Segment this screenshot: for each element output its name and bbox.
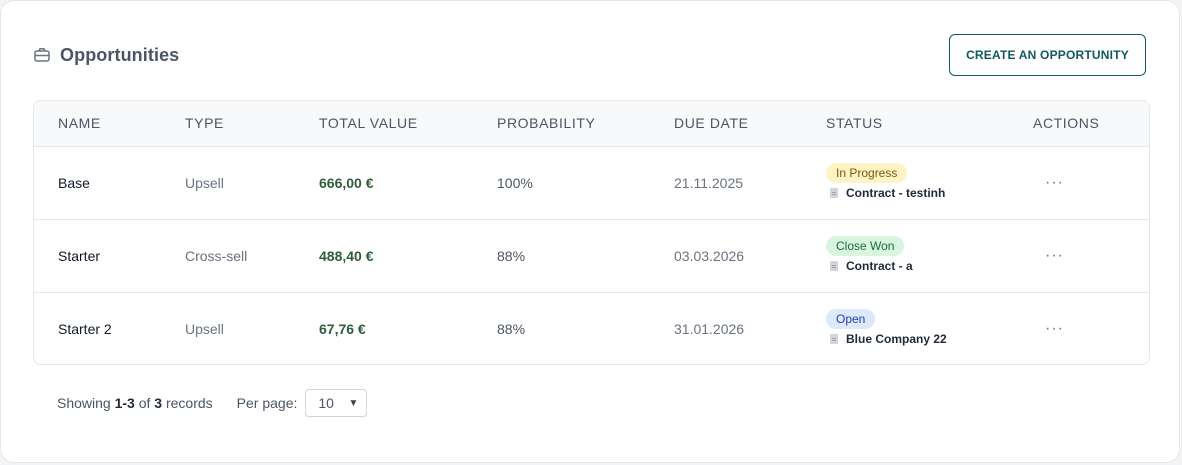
column-header-due-date[interactable]: DUE DATE [674,101,749,146]
status-badge: In Progress [826,163,908,183]
status-cell: In Progress Contract - testinh [826,163,945,200]
document-icon [830,334,838,344]
opportunity-name[interactable]: Starter [58,220,100,292]
per-page-value: 10 [318,395,334,411]
briefcase-icon [34,48,50,62]
related-label: Blue Company 22 [846,332,947,346]
probability: 100% [497,175,533,191]
column-header-total-value[interactable]: TOTAL VALUE [319,101,418,146]
related-item[interactable]: Contract - a [826,259,913,273]
opportunities-card: Opportunities CREATE AN OPPORTUNITY NAME… [0,0,1180,463]
row-actions-menu[interactable]: ··· [1045,220,1064,292]
records-label: records [165,395,213,411]
of-label: of [138,395,151,411]
table-row[interactable]: Starter 2 Upsell 67,76 € 88% 31.01.2026 … [34,293,1149,364]
opportunity-name[interactable]: Starter 2 [58,293,112,364]
related-label: Contract - a [846,259,913,273]
records-range: 1-3 [114,395,135,411]
probability: 88% [497,248,526,264]
table-header: NAME TYPE TOTAL VALUE PROBABILITY DUE DA… [34,101,1149,147]
pagination-footer: Showing 1-3 of 3 records Per page: 10 ▼ [57,389,368,417]
row-actions-menu[interactable]: ··· [1045,293,1064,364]
create-opportunity-button[interactable]: CREATE AN OPPORTUNITY [949,34,1146,76]
card-header: Opportunities CREATE AN OPPORTUNITY [33,34,1146,76]
due-date: 31.01.2026 [674,321,745,337]
column-header-status[interactable]: STATUS [826,101,883,146]
per-page-label: Per page: [236,395,298,411]
opportunities-table: NAME TYPE TOTAL VALUE PROBABILITY DUE DA… [33,100,1150,365]
related-item[interactable]: Blue Company 22 [826,332,947,346]
due-date: 21.11.2025 [674,175,744,191]
table-row[interactable]: Starter Cross-sell 488,40 € 88% 03.03.20… [34,220,1149,293]
title-group: Opportunities [33,45,179,66]
chevron-down-icon: ▼ [348,397,359,409]
status-cell: Close Won Contract - a [826,236,913,273]
showing-label: Showing [57,395,111,411]
total-value: 666,00 € [319,175,374,191]
column-header-probability[interactable]: PROBABILITY [497,101,595,146]
column-header-name[interactable]: NAME [58,101,101,146]
document-icon [830,261,838,271]
related-label: Contract - testinh [846,186,946,200]
opportunity-type: Upsell [185,321,224,337]
records-summary: Showing 1-3 of 3 records [57,395,213,411]
column-header-type[interactable]: TYPE [185,101,224,146]
status-cell: Open Blue Company 22 [826,309,947,346]
probability: 88% [497,321,526,337]
page-title: Opportunities [60,44,180,65]
status-badge: Open [826,309,876,329]
total-value: 67,76 € [319,321,366,337]
table-row[interactable]: Base Upsell 666,00 € 100% 21.11.2025 In … [34,147,1149,220]
opportunity-type: Cross-sell [185,248,248,264]
status-badge: Close Won [826,236,905,256]
per-page-select[interactable]: 10 ▼ [305,389,368,417]
records-total: 3 [154,395,163,411]
opportunity-type: Upsell [185,175,224,191]
due-date: 03.03.2026 [674,248,745,264]
row-actions-menu[interactable]: ··· [1045,147,1064,219]
related-item[interactable]: Contract - testinh [826,186,945,200]
document-icon [830,188,838,198]
total-value: 488,40 € [319,248,374,264]
opportunity-name[interactable]: Base [58,147,90,219]
column-header-actions: ACTIONS [1033,115,1100,131]
